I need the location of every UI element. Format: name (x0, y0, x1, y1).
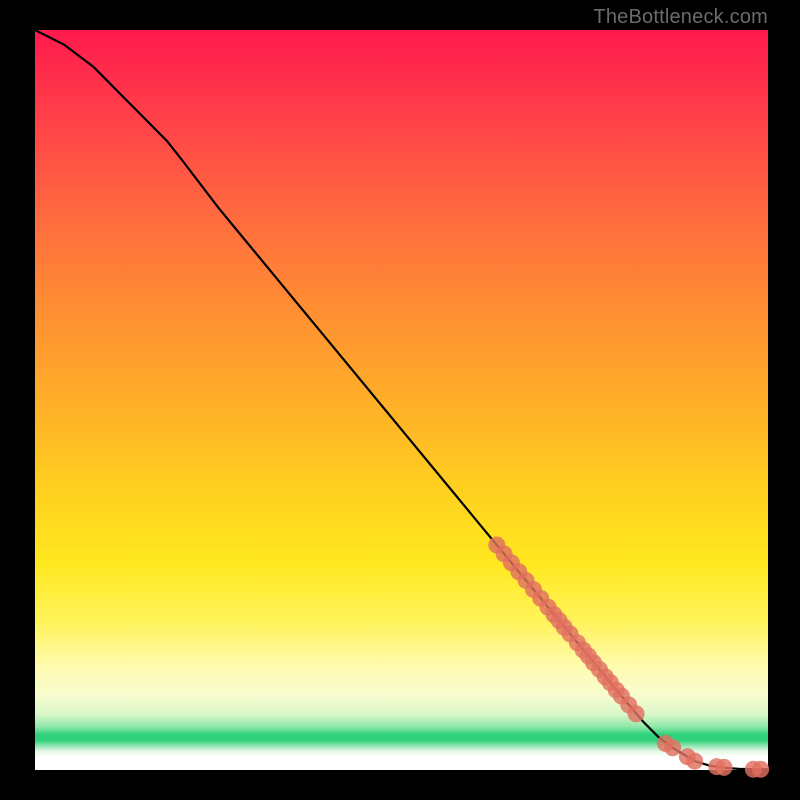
highlight-dots-group (488, 537, 769, 778)
chart-frame: TheBottleneck.com (0, 0, 800, 800)
highlight-dot (716, 759, 733, 776)
highlight-dot (664, 739, 681, 756)
chart-svg (35, 30, 768, 770)
bottleneck-curve (35, 30, 768, 769)
highlight-dot (628, 705, 645, 722)
highlight-dot (686, 753, 703, 770)
watermark-text: TheBottleneck.com (593, 6, 768, 29)
plot-area (35, 30, 768, 770)
highlight-dot (752, 761, 769, 778)
